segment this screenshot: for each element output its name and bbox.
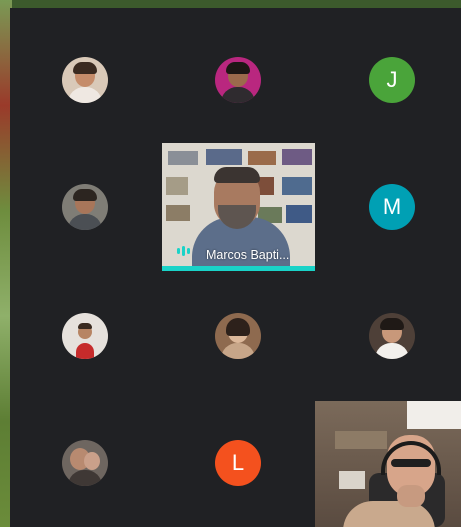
participant-avatar-9[interactable]	[62, 440, 108, 486]
participant-avatar-2[interactable]	[215, 57, 261, 103]
books	[166, 205, 190, 221]
participant-avatar-7[interactable]	[215, 313, 261, 359]
books	[248, 151, 276, 165]
shelf-items	[335, 431, 387, 449]
participant-name: Marcos Bapti...	[206, 248, 290, 262]
avatar-letter: J	[386, 67, 398, 92]
speaking-indicator-bar	[162, 266, 315, 271]
avatar-letter: L	[231, 450, 245, 475]
participant-avatar-10[interactable]: L	[215, 440, 261, 486]
books	[166, 177, 188, 195]
audio-level-icon	[177, 246, 190, 256]
books	[168, 151, 198, 165]
self-view-video[interactable]	[315, 401, 461, 527]
participant-avatar-1[interactable]	[62, 57, 108, 103]
spotlight-participant-tile[interactable]: Marcos Bapti...	[162, 143, 315, 271]
participant-avatar-8[interactable]	[369, 313, 415, 359]
participant-avatar-4[interactable]	[62, 184, 108, 230]
books	[282, 177, 312, 195]
participant-avatar-6[interactable]	[62, 313, 108, 359]
books	[206, 149, 242, 165]
books	[282, 149, 312, 165]
books	[286, 205, 312, 223]
participant-avatar-3[interactable]: J	[369, 57, 415, 103]
hand	[397, 485, 425, 507]
shelf-items	[339, 471, 365, 489]
window-light	[407, 401, 461, 429]
participant-avatar-5[interactable]: M	[369, 184, 415, 230]
speaker-hair	[214, 167, 260, 183]
person-body	[343, 501, 435, 527]
glasses	[391, 459, 431, 467]
avatar-letter: M	[382, 194, 402, 219]
